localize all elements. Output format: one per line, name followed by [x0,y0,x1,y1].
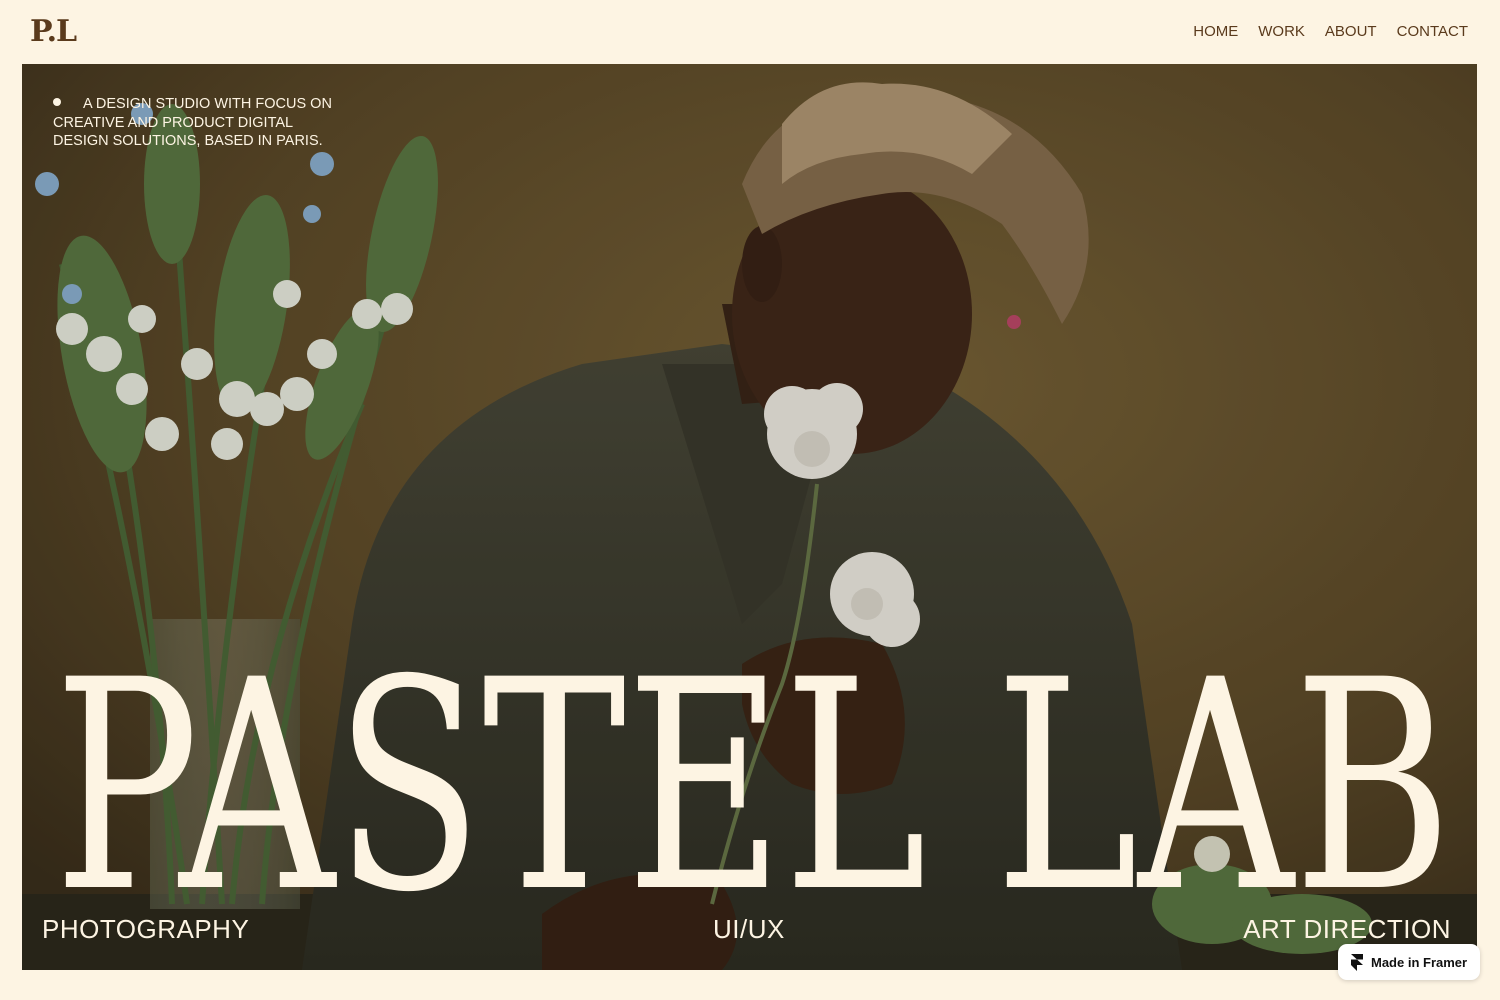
main-nav: HOME WORK ABOUT CONTACT [1193,23,1468,40]
brand-title-text: PASTEL LAB [54,619,1452,956]
nav-about-link[interactable]: ABOUT [1325,23,1377,40]
hero-tagline: A DESIGN STUDIO WITH FOCUS ON CREATIVE A… [53,95,343,151]
hero-section: A DESIGN STUDIO WITH FOCUS ON CREATIVE A… [22,64,1477,970]
services-list: PHOTOGRAPHY UI/UX ART DIRECTION [22,914,1477,954]
badge-label: Made in Framer [1371,954,1468,970]
nav-home-link[interactable]: HOME [1193,23,1238,40]
made-in-framer-badge[interactable]: Made in Framer [1338,944,1480,980]
nav-contact-link[interactable]: CONTACT [1397,23,1468,40]
logo[interactable]: P.L [30,14,77,49]
bullet-dot-icon [53,98,61,106]
service-photography: PHOTOGRAPHY [42,914,250,944]
brand-title: PASTEL LAB [54,619,1452,956]
nav-work-link[interactable]: WORK [1258,23,1305,40]
service-art-direction: ART DIRECTION [1243,914,1451,944]
page: P.L HOME WORK ABOUT CONTACT A DESIGN STU… [0,0,1500,1000]
framer-logo-icon [1351,953,1363,971]
service-uiux: UI/UX [713,914,785,944]
tagline-text: A DESIGN STUDIO WITH FOCUS ON CREATIVE A… [53,96,332,149]
